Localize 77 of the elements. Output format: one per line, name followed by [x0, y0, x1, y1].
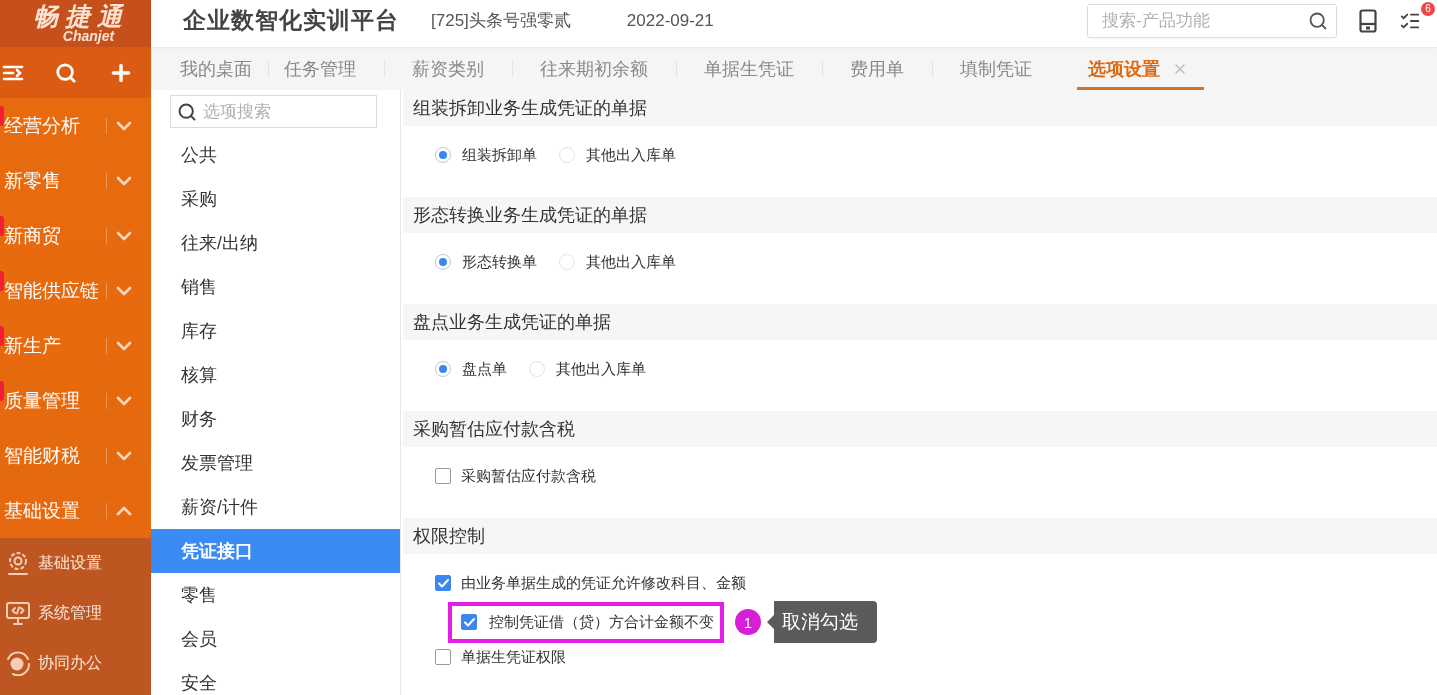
option-label: 单据生凭证权限: [461, 647, 566, 667]
category-item[interactable]: 凭证接口: [151, 529, 400, 573]
category-item[interactable]: 发票管理: [151, 441, 400, 485]
search-icon[interactable]: [1308, 10, 1328, 31]
radio-button[interactable]: [559, 254, 575, 270]
radio-button[interactable]: [435, 361, 451, 377]
category-item[interactable]: 采购: [151, 177, 400, 221]
tab[interactable]: 往来期初余额: [512, 47, 676, 90]
tab[interactable]: 我的桌面: [151, 47, 268, 90]
option-label: 其他出入库单: [586, 145, 676, 165]
tablet-icon[interactable]: [1359, 8, 1377, 33]
submenu-item[interactable]: 基础设置: [0, 538, 151, 588]
category-item[interactable]: 核算: [151, 353, 400, 397]
nav-item[interactable]: 基础设置: [0, 483, 151, 538]
tab[interactable]: 费用单: [822, 47, 932, 90]
account-name: [725]头条号强零贰: [431, 10, 571, 32]
category-item[interactable]: 库存: [151, 309, 400, 353]
submenu-item[interactable]: 系统管理: [0, 588, 151, 638]
category-item[interactable]: 零售: [151, 573, 400, 617]
radio-button[interactable]: [529, 361, 545, 377]
tab[interactable]: 选项设置: [1060, 47, 1216, 90]
section-header: 采购暂估应付款含税: [403, 411, 1437, 447]
nav-item[interactable]: 智能供应链: [0, 263, 151, 318]
logo-name: 畅捷通: [32, 4, 129, 29]
option-label: 其他出入库单: [586, 252, 676, 272]
logo-latin: Chanjet: [62, 29, 115, 43]
search-field[interactable]: 搜索-产品功能: [1087, 3, 1337, 38]
nav-item[interactable]: 智能财税: [0, 428, 151, 483]
submenu-item[interactable]: 协同办公: [0, 638, 151, 688]
section-header: 权限控制: [403, 518, 1437, 554]
option-label: 其他出入库单: [556, 359, 646, 379]
checkbox[interactable]: [435, 649, 451, 665]
section-header: 组装拆卸业务生成凭证的单据: [403, 90, 1437, 126]
category-item[interactable]: 财务: [151, 397, 400, 441]
section-header: 盘点业务生成凭证的单据: [403, 304, 1437, 340]
category-item[interactable]: 安全: [151, 661, 400, 695]
callout-tooltip: 取消勾选: [767, 601, 877, 643]
category-item[interactable]: 公共: [151, 133, 400, 177]
radio-button[interactable]: [435, 147, 451, 163]
gear-icon: [5, 550, 31, 576]
category-item[interactable]: 会员: [151, 617, 400, 661]
search-field[interactable]: 选项搜索: [170, 95, 377, 128]
category-item[interactable]: 往来/出纳: [151, 221, 400, 265]
nav-item[interactable]: 新商贸: [0, 208, 151, 263]
date-text: 2022-09-21: [626, 10, 714, 31]
checkbox[interactable]: [435, 575, 451, 591]
swirl-icon: [5, 650, 31, 676]
notification-badge: 6: [1421, 1, 1435, 16]
checkbox[interactable]: [435, 468, 451, 484]
tab[interactable]: 任务管理: [268, 47, 384, 90]
search-icon: [177, 101, 197, 122]
nav-item[interactable]: 质量管理: [0, 373, 151, 428]
search-input[interactable]: 选项搜索: [203, 101, 376, 122]
option-label: 采购暂估应付款含税: [461, 466, 596, 486]
option-label: 控制凭证借（贷）方合计金额不变: [489, 612, 714, 632]
search-input[interactable]: 搜索-产品功能: [1102, 10, 1302, 31]
category-item[interactable]: 薪资/计件: [151, 485, 400, 529]
option-label: 由业务单据生成的凭证允许修改科目、金额: [461, 573, 746, 593]
nav-item[interactable]: 新生产: [0, 318, 151, 373]
menu-icon[interactable]: [2, 64, 24, 81]
step-marker: 1: [735, 609, 761, 635]
platform-title: 企业数智化实训平台: [183, 6, 399, 35]
monitor-code-icon: [5, 600, 31, 626]
option-label: 组装拆卸单: [462, 145, 537, 165]
checkbox[interactable]: [461, 614, 477, 630]
nav-item[interactable]: 新零售: [0, 153, 151, 208]
option-label: 盘点单: [462, 359, 507, 379]
option-label: 形态转换单: [462, 252, 537, 272]
nav-item[interactable]: 经营分析: [0, 98, 151, 153]
section-header: 形态转换业务生成凭证的单据: [403, 197, 1437, 233]
search-icon[interactable]: [55, 61, 77, 84]
category-item[interactable]: 销售: [151, 265, 400, 309]
radio-button[interactable]: [559, 147, 575, 163]
tab[interactable]: 填制凭证: [932, 47, 1060, 90]
tab[interactable]: 单据生凭证: [676, 47, 822, 90]
radio-button[interactable]: [435, 254, 451, 270]
tab[interactable]: 薪资类别: [384, 47, 512, 90]
